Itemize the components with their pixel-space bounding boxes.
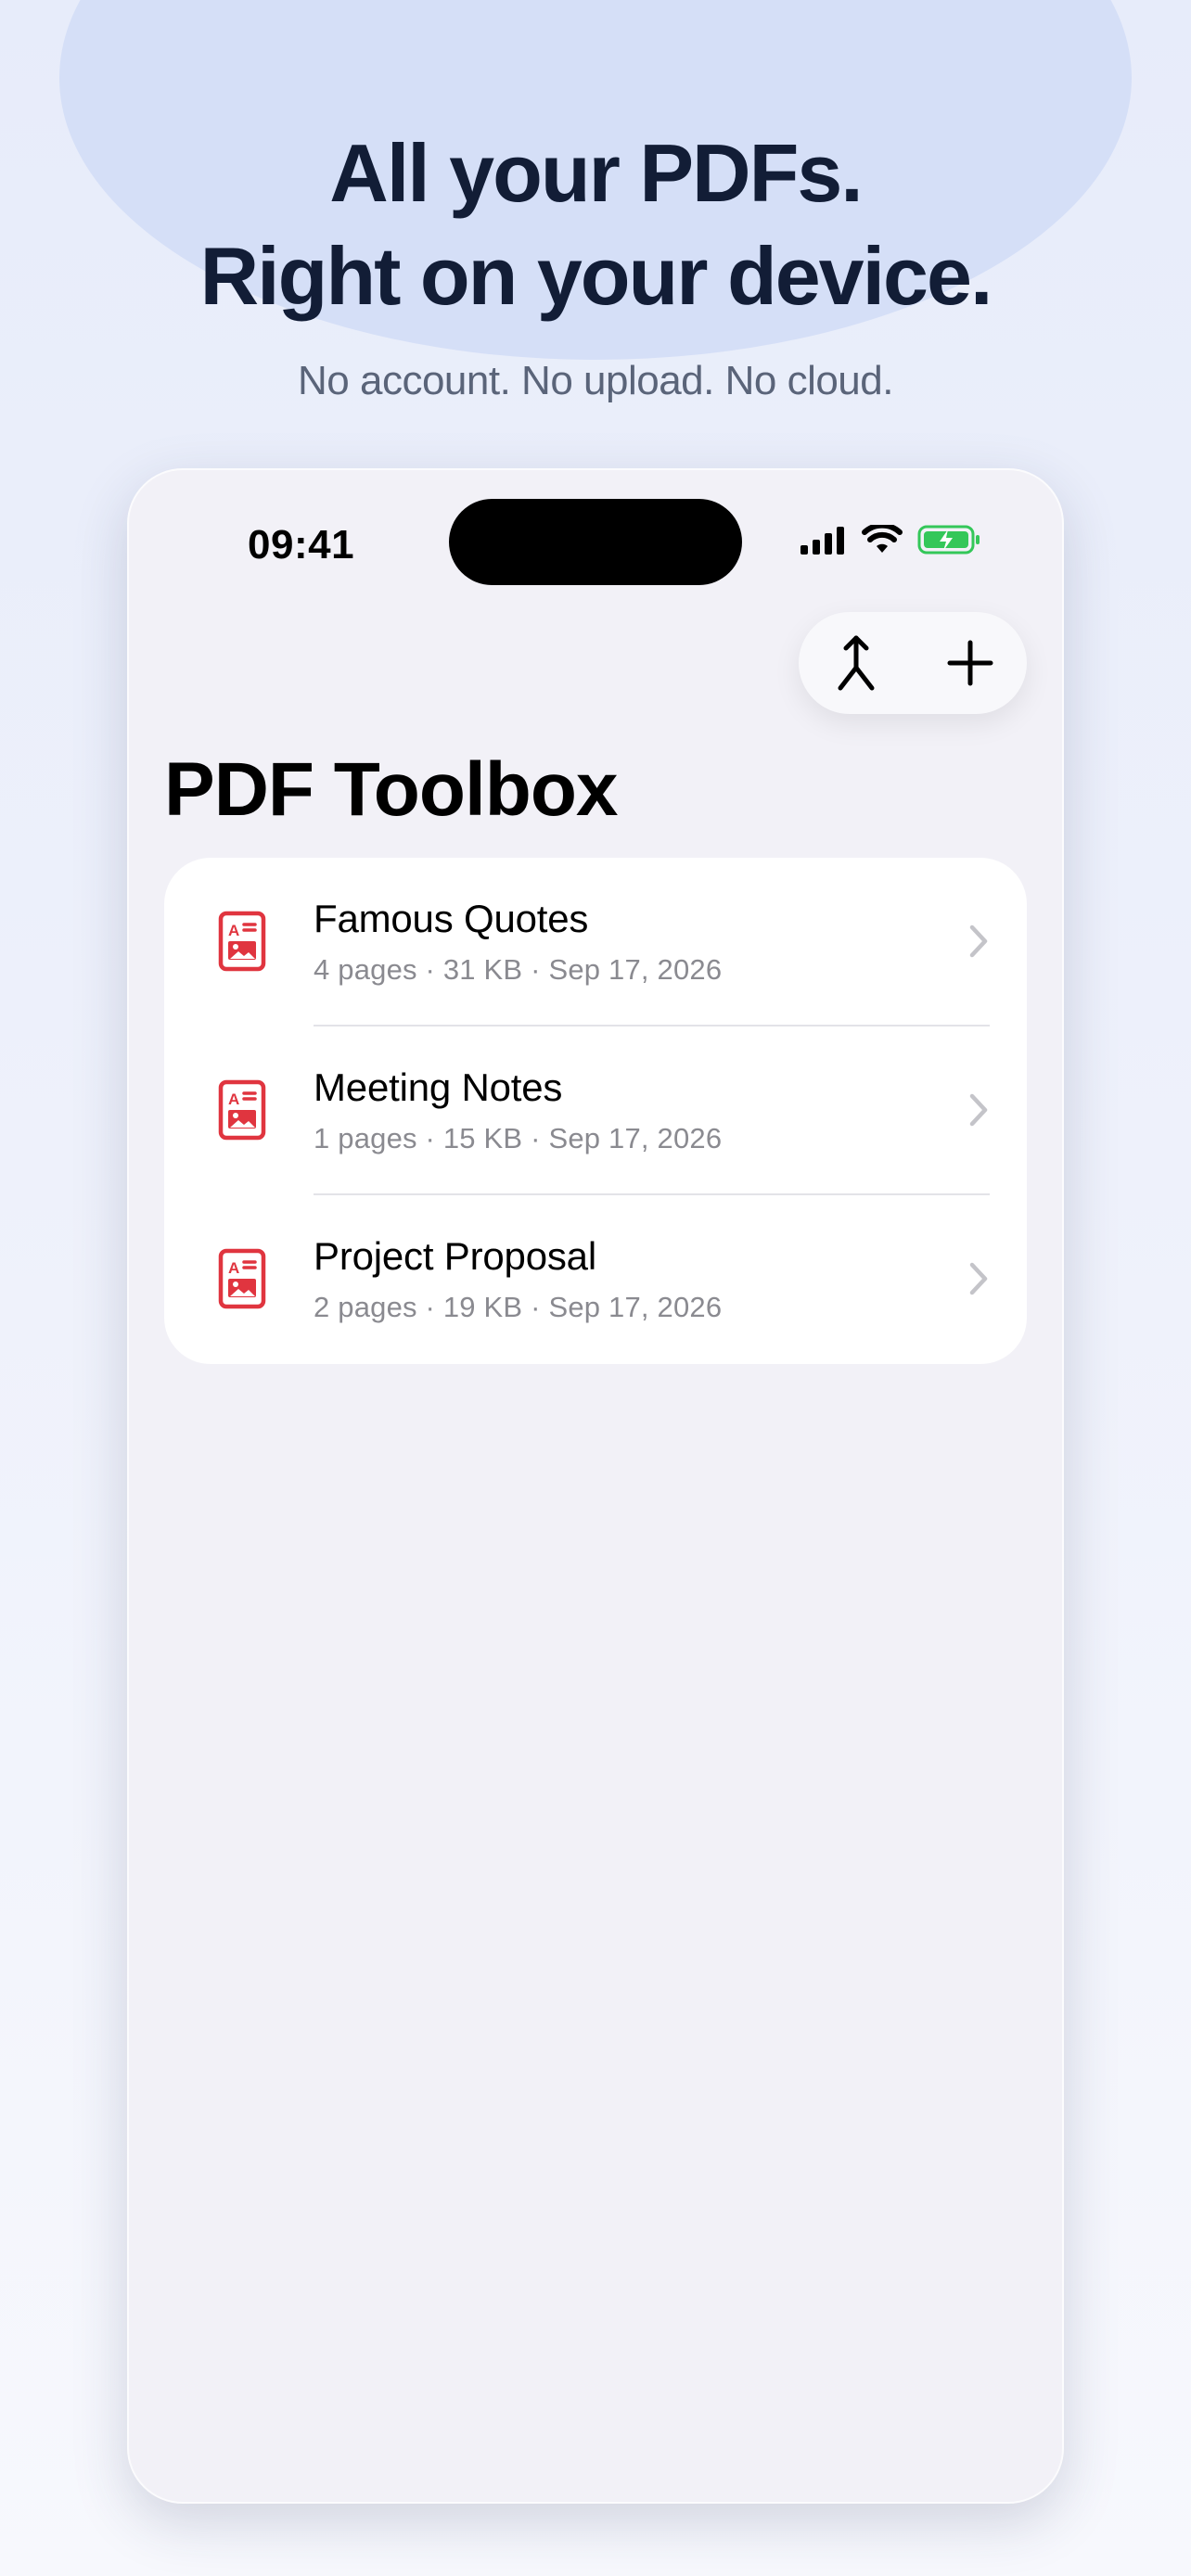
svg-text:A: A <box>228 1090 239 1108</box>
pdf-document-icon: A <box>218 1248 266 1309</box>
toolbar-pill <box>799 612 1027 714</box>
document-title: Meeting Notes <box>314 1065 563 1109</box>
document-list: A Famous Quotes 4 pages · 31 KB · Sep 17… <box>164 858 1027 1364</box>
document-title: Project Proposal <box>314 1234 596 1278</box>
plus-icon <box>947 640 992 686</box>
svg-text:A: A <box>228 1259 239 1277</box>
document-meta: 1 pages · 15 KB · Sep 17, 2026 <box>314 1122 723 1154</box>
pdf-document-icon: A <box>218 1079 266 1141</box>
chevron-right-icon <box>969 925 988 958</box>
wifi-icon <box>862 525 903 553</box>
list-item[interactable]: A Meeting Notes 1 pages · 15 KB · Sep 17… <box>164 1027 1027 1195</box>
phone-frame: 09:41 PDF Toolbox A Famous Quotes 4 page… <box>127 468 1064 2504</box>
hero-headline-line1: All your PDFs. <box>329 127 863 219</box>
hero-headline-line2: Right on your device. <box>199 230 993 322</box>
status-icons <box>799 524 982 555</box>
chevron-right-icon <box>969 1262 988 1295</box>
document-meta: 2 pages · 19 KB · Sep 17, 2026 <box>314 1291 723 1323</box>
merge-button[interactable] <box>814 621 898 705</box>
add-document-button[interactable] <box>928 621 1012 705</box>
document-title: Famous Quotes <box>314 897 589 940</box>
chevron-right-icon <box>969 1093 988 1127</box>
page-title: PDF Toolbox <box>164 747 619 832</box>
hero-subheadline: No account. No upload. No cloud. <box>298 358 893 403</box>
list-item[interactable]: A Project Proposal 2 pages · 19 KB · Sep… <box>164 1195 1027 1364</box>
battery-charging-icon <box>917 525 980 555</box>
document-meta: 4 pages · 31 KB · Sep 17, 2026 <box>314 953 723 986</box>
cellular-signal-icon <box>800 527 844 555</box>
pdf-document-icon: A <box>218 911 266 972</box>
dynamic-island <box>449 499 742 585</box>
status-time: 09:41 <box>248 522 355 567</box>
merge-arrow-icon <box>838 635 874 691</box>
list-item[interactable]: A Famous Quotes 4 pages · 31 KB · Sep 17… <box>164 858 1027 1027</box>
svg-text:A: A <box>228 922 239 939</box>
